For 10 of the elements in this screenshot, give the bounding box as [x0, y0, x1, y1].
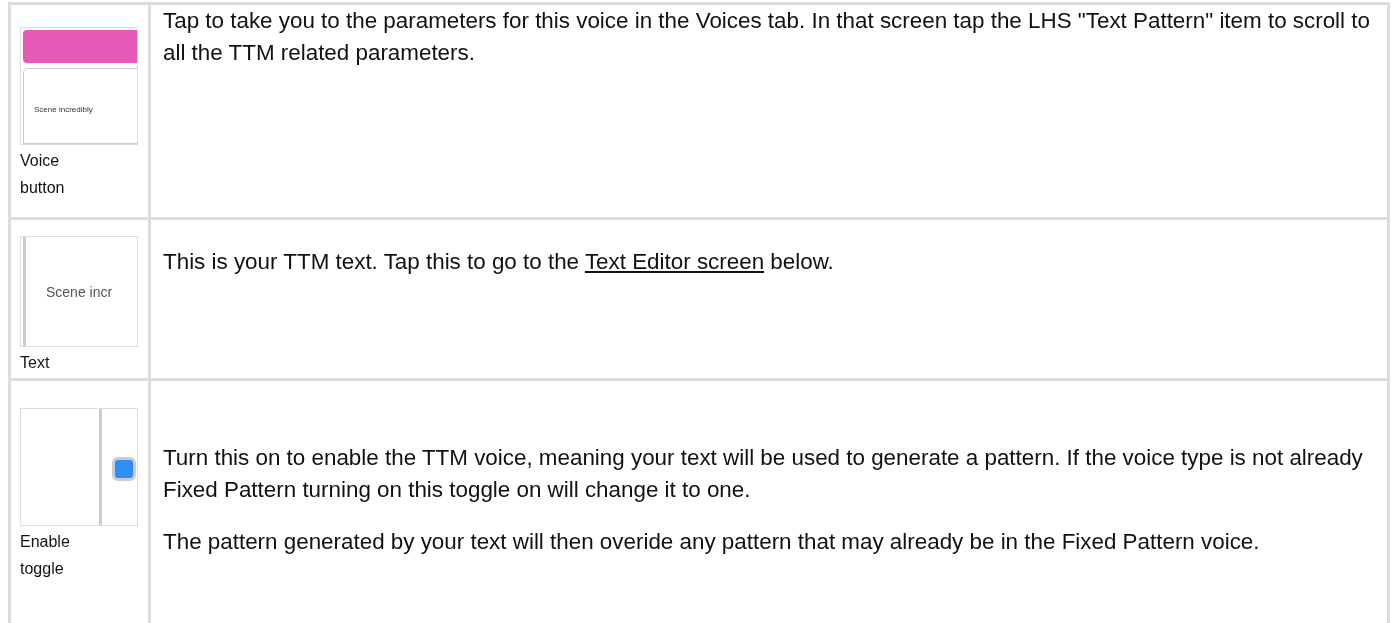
description-text: The pattern generated by your text will then overide any pattern that may already be in the Fixed Pattern voice.	[163, 528, 1261, 556]
description-text: Tap to take you to the parameters for this voice in the Voices tab. In that screen tap the LHS "Text Pattern" item to scroll to all the TTM related parameters.	[163, 7, 1371, 67]
voice-card-text: Scene incredibly	[23, 68, 137, 144]
caption: Enable toggle	[20, 532, 71, 579]
description-text: This is your TTM text. Tap this to go to the Text Editor screen below.	[163, 248, 835, 276]
caption: Text	[20, 353, 51, 373]
text-field-text: Scene incr	[23, 237, 137, 346]
caption: Voice button	[20, 151, 66, 198]
description-text: Turn this on to enable the TTM voice, meaning your text will be used to generate a pattern. If the voice type is not already Fixed Pattern turning on this toggle on will change it to one.	[163, 444, 1364, 504]
text-editor-link[interactable]: Text Editor screen	[584, 249, 765, 274]
